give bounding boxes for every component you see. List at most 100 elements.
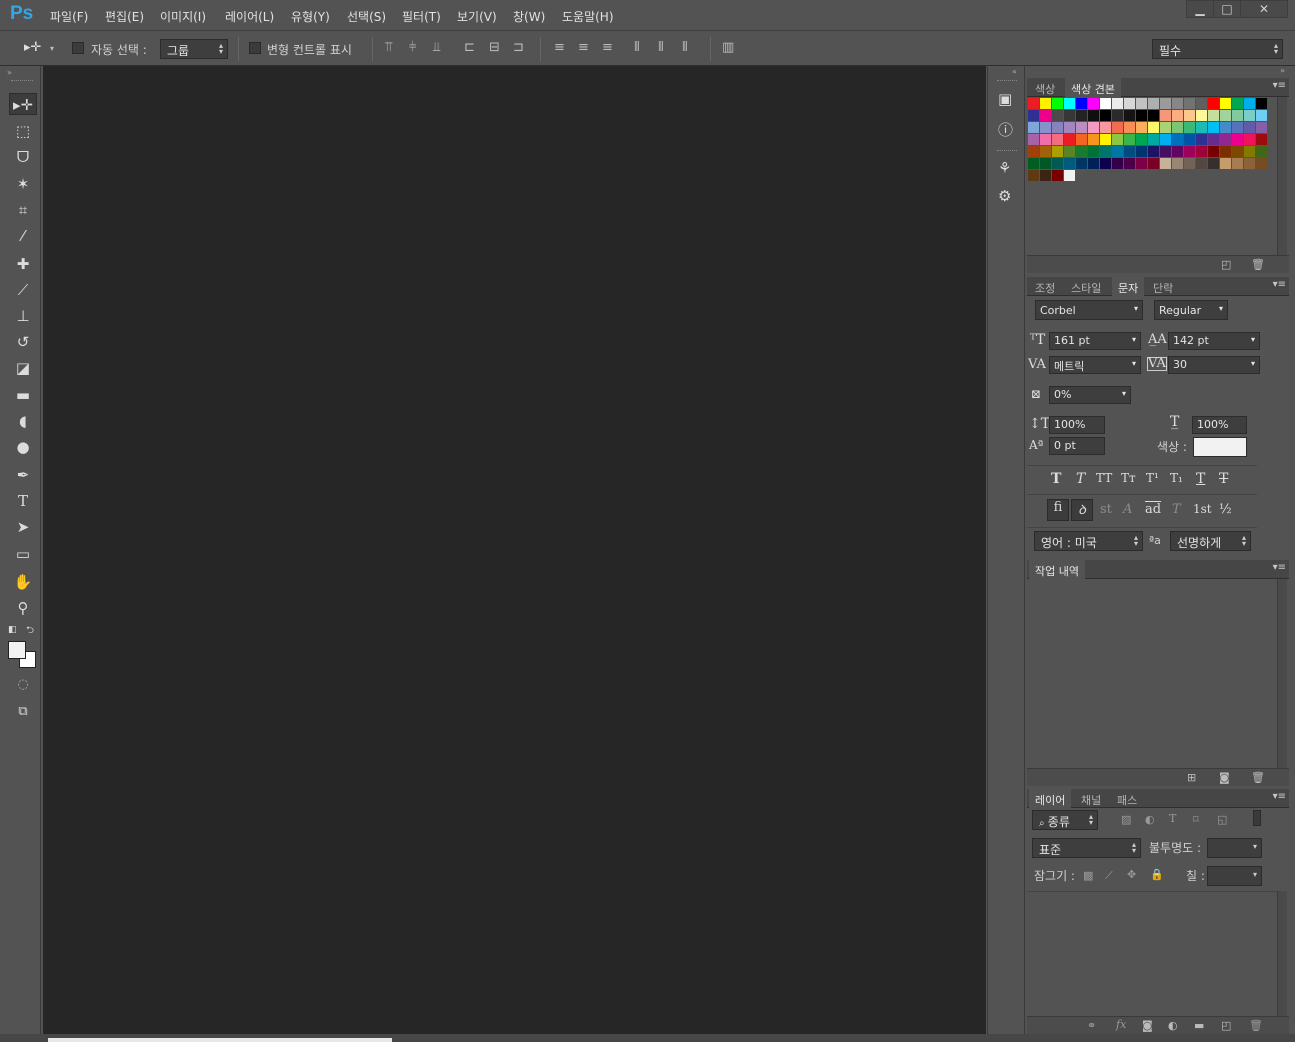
menu-window[interactable]: 창(W) [513, 8, 545, 25]
color-swatch[interactable] [1052, 122, 1063, 133]
color-swatch[interactable] [1064, 98, 1075, 109]
filter-smart-object-icon[interactable]: ◱ [1217, 813, 1227, 826]
color-swatch[interactable] [1076, 146, 1087, 157]
color-swatch[interactable] [1052, 110, 1063, 121]
color-swatch[interactable] [1172, 134, 1183, 145]
color-swatch[interactable] [1256, 134, 1267, 145]
color-swatch[interactable] [1184, 98, 1195, 109]
language-dropdown[interactable]: 영어 : 미국 ▴ ▾ [1034, 531, 1143, 551]
discretionary-ligatures-button[interactable]: st [1100, 502, 1112, 517]
color-swatch[interactable] [1244, 122, 1255, 133]
color-swatch[interactable] [1088, 122, 1099, 133]
marquee-tool-icon[interactable]: ⬚ [9, 120, 37, 142]
color-swatch[interactable] [1112, 158, 1123, 169]
menu-help[interactable]: 도움말(H) [562, 8, 614, 25]
quick-mask-icon[interactable]: ◌ [9, 674, 37, 696]
menu-select[interactable]: 선택(S) [347, 8, 386, 25]
lock-pixels-icon[interactable]: ⟋ [1105, 869, 1113, 883]
strikethrough-button[interactable]: T [1219, 471, 1228, 487]
color-swatch[interactable] [1208, 98, 1219, 109]
tsume-field[interactable]: 0% ▾ [1049, 386, 1131, 404]
color-swatch[interactable] [1112, 146, 1123, 157]
align-hcenter-icon[interactable]: ⊟ [489, 41, 500, 55]
color-swatch[interactable] [1100, 134, 1111, 145]
auto-select-checkbox[interactable] [72, 42, 84, 54]
color-swatch[interactable] [1196, 98, 1207, 109]
color-swatch[interactable] [1100, 122, 1111, 133]
tab-paths[interactable]: 패스 [1111, 789, 1143, 808]
color-swatch[interactable] [1256, 122, 1267, 133]
font-size-field[interactable]: 161 pt ▾ [1049, 332, 1141, 350]
color-swatch[interactable] [1028, 134, 1039, 145]
trash-icon[interactable]: 🗑 [1251, 258, 1265, 271]
color-swatch[interactable] [1112, 122, 1123, 133]
color-swatch[interactable] [1112, 98, 1123, 109]
maximize-button[interactable]: □ [1213, 0, 1241, 18]
swap-colors-icon[interactable]: ⮌ [26, 623, 34, 640]
stylistic-alternates-button[interactable]: ad [1145, 502, 1161, 517]
clone-stamp-tool-icon[interactable]: ⊥ [9, 305, 37, 327]
color-swatch[interactable] [1232, 122, 1243, 133]
panel-menu-icon[interactable]: ▾≡ [1273, 80, 1286, 91]
text-color-swatch[interactable] [1193, 437, 1247, 457]
dodge-tool-icon[interactable]: ● [9, 436, 37, 458]
color-swatch[interactable] [1112, 134, 1123, 145]
fx-icon[interactable]: fx [1116, 1018, 1126, 1031]
faux-bold-button[interactable]: T [1051, 471, 1061, 487]
new-layer-icon[interactable]: ◰ [1221, 1019, 1231, 1032]
zoom-tool-icon[interactable]: ⚲ [9, 597, 37, 619]
color-swatch[interactable] [1196, 134, 1207, 145]
scrollbar[interactable] [1277, 579, 1287, 768]
transform-controls-checkbox[interactable] [249, 42, 261, 54]
panel-menu-icon[interactable]: ▾≡ [1273, 791, 1286, 802]
color-swatch[interactable] [1052, 146, 1063, 157]
color-swatch[interactable] [1064, 170, 1075, 181]
close-button[interactable]: ✕ [1240, 0, 1288, 18]
auto-select-dropdown[interactable]: 그룹 ▴ ▾ [160, 39, 228, 59]
adjustment-layer-icon[interactable]: ◐ [1168, 1019, 1178, 1032]
history-list[interactable] [1027, 579, 1277, 768]
color-swatch[interactable] [1172, 146, 1183, 157]
color-swatch[interactable] [1220, 134, 1231, 145]
color-swatch[interactable] [1208, 122, 1219, 133]
pen-tool-icon[interactable]: ✒ [9, 464, 37, 486]
color-swatch[interactable] [1184, 134, 1195, 145]
color-swatch[interactable] [1040, 170, 1051, 181]
color-swatch[interactable] [1148, 158, 1159, 169]
color-swatch[interactable] [1052, 170, 1063, 181]
align-left-icon[interactable]: ⊏ [464, 41, 475, 55]
tab-swatches[interactable]: 색상 견본 [1065, 78, 1121, 97]
color-swatch[interactable] [1172, 98, 1183, 109]
color-swatch[interactable] [1220, 98, 1231, 109]
color-swatch[interactable] [1184, 122, 1195, 133]
filter-shape-icon[interactable]: ⌑ [1193, 813, 1199, 826]
color-swatch[interactable] [1040, 110, 1051, 121]
opacity-field[interactable]: ▾ [1207, 838, 1262, 858]
tab-color[interactable]: 색상 [1029, 78, 1061, 97]
color-swatch[interactable] [1208, 110, 1219, 121]
healing-brush-tool-icon[interactable]: ✚ [9, 253, 37, 275]
color-swatch[interactable] [1148, 98, 1159, 109]
layer-list[interactable] [1027, 891, 1277, 1016]
blur-tool-icon[interactable]: ◖ [9, 410, 37, 432]
color-swatch[interactable] [1088, 158, 1099, 169]
path-selection-tool-icon[interactable]: ➤ [9, 516, 37, 538]
kerning-field[interactable]: 메트릭 ▾ [1049, 356, 1141, 374]
tracking-field[interactable]: 30 ▾ [1168, 356, 1260, 374]
color-swatch[interactable] [1112, 110, 1123, 121]
leading-field[interactable]: 142 pt ▾ [1168, 332, 1260, 350]
info-icon[interactable]: ⓘ [998, 119, 1013, 140]
color-swatch[interactable] [1160, 146, 1171, 157]
color-swatch[interactable] [1244, 110, 1255, 121]
color-swatch[interactable] [1064, 134, 1075, 145]
trash-icon[interactable]: 🗑 [1251, 771, 1265, 784]
color-swatch[interactable] [1232, 158, 1243, 169]
align-right-icon[interactable]: ⊐ [513, 41, 524, 55]
color-swatch[interactable] [1028, 146, 1039, 157]
panel-menu-icon[interactable]: ▾≡ [1273, 279, 1286, 290]
color-swatch[interactable] [1028, 98, 1039, 109]
color-swatch[interactable] [1220, 122, 1231, 133]
new-swatch-icon[interactable]: ◰ [1221, 258, 1231, 271]
hand-tool-icon[interactable]: ✋ [9, 571, 37, 593]
color-swatch[interactable] [1232, 98, 1243, 109]
